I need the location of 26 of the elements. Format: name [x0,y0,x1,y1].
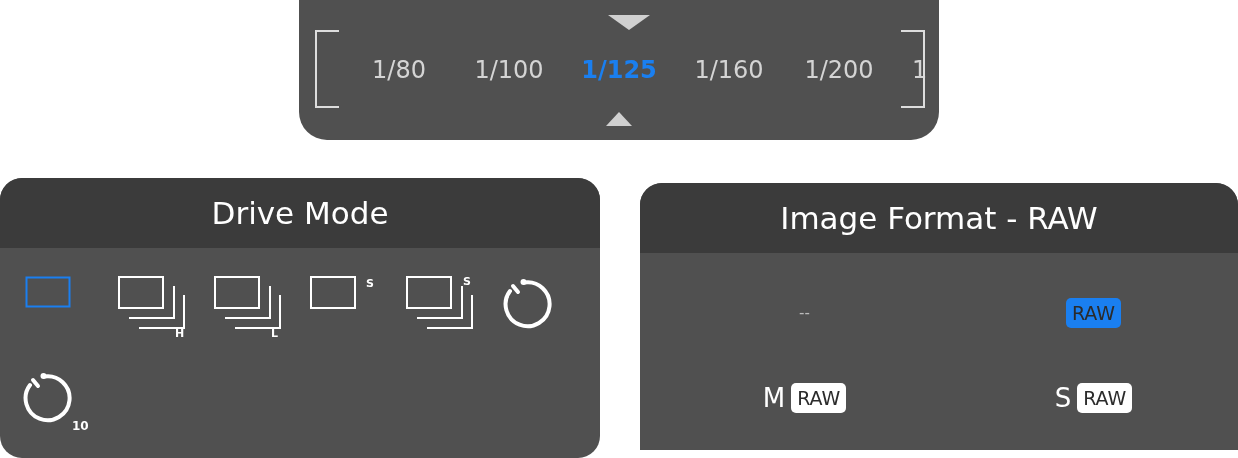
format-option[interactable]: RAW [1077,382,1133,413]
shutter-speed-value[interactable]: 1/100 [454,56,564,84]
format-option[interactable]: -- [799,304,810,323]
right-bracket-icon [899,30,925,108]
size-letter: M [762,382,786,413]
shutter-speed-value[interactable]: 1/80 [344,56,454,84]
format-option[interactable]: RAW [1065,298,1122,329]
format-option[interactable]: RAW [791,382,847,413]
shutter-speed-value[interactable]: 1/200 [784,56,894,84]
drive-mode-option[interactable]: S [310,270,406,336]
panel-title: Image Format - RAW [780,200,1098,236]
down-triangle-icon [608,15,650,30]
frame-icon [310,276,358,310]
left-bracket-icon [315,30,341,108]
panel-title: Drive Mode [211,195,389,231]
drive-mode-option[interactable]: H [118,270,214,336]
stacked-frames-icon [118,276,186,330]
drive-mode-option[interactable]: S [406,270,502,336]
size-letter: S [1054,382,1072,413]
stacked-frames-icon [406,276,474,330]
drive-mode-option[interactable]: L [214,270,310,336]
drive-mode-option[interactable]: 10 [22,364,118,430]
frame-icon [25,276,71,308]
shutter-speed-value[interactable]: 1/160 [674,56,784,84]
up-triangle-icon [606,112,632,126]
stacked-frames-icon [214,276,282,330]
